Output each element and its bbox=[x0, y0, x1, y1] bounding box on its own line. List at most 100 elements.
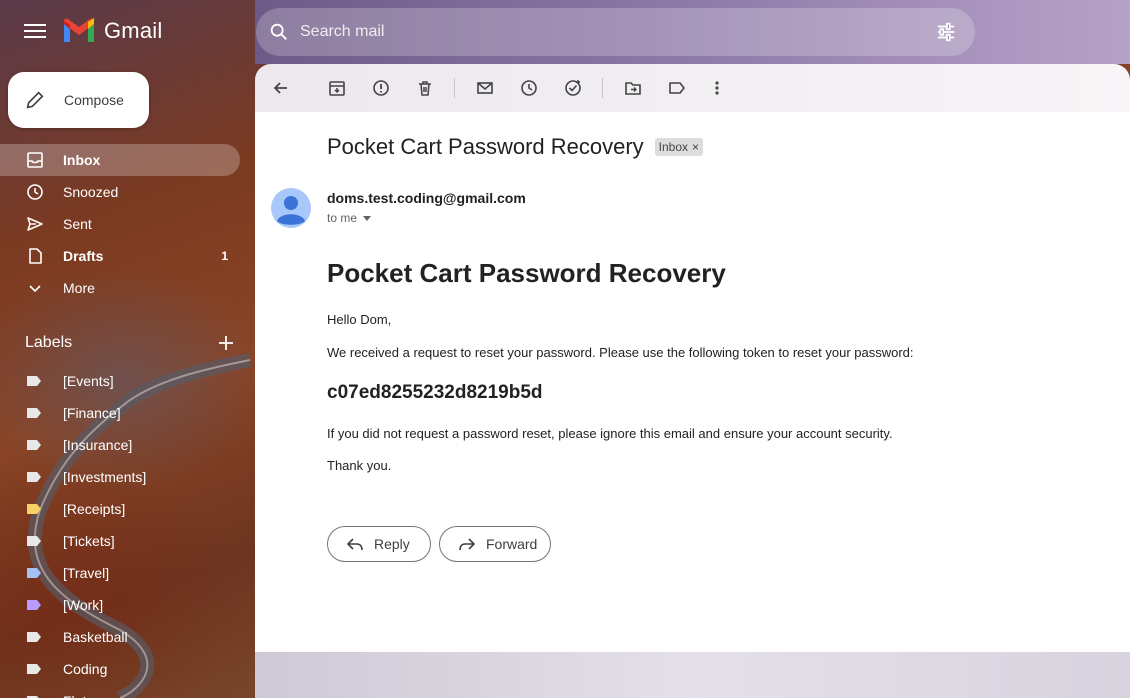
chip-label: Inbox bbox=[658, 140, 689, 154]
search-input[interactable] bbox=[290, 8, 935, 56]
gmail-logo[interactable]: Gmail bbox=[62, 18, 162, 44]
archive-icon bbox=[329, 81, 345, 96]
search-options-icon[interactable] bbox=[935, 21, 957, 43]
back-button[interactable] bbox=[269, 76, 293, 100]
label-tag-icon bbox=[27, 664, 41, 674]
sidebar-nav: Inbox Snoozed Sent Drafts 1 More bbox=[0, 144, 240, 304]
label-tag-icon bbox=[27, 632, 41, 642]
sidebar-item-sent[interactable]: Sent bbox=[0, 208, 240, 240]
sidebar-label-item[interactable]: [Investments] bbox=[0, 461, 240, 493]
sidebar-label-item[interactable]: [Tickets] bbox=[0, 525, 240, 557]
search-icon[interactable] bbox=[268, 21, 290, 43]
inbox-label-chip[interactable]: Inbox × bbox=[654, 138, 704, 156]
recipient-details[interactable]: to me bbox=[327, 211, 372, 225]
compose-button[interactable]: Compose bbox=[8, 72, 149, 128]
forward-label: Forward bbox=[486, 536, 538, 552]
sidebar-label-item[interactable]: [Receipts] bbox=[0, 493, 240, 525]
mark-unread-button[interactable] bbox=[473, 76, 497, 100]
sidebar-label-item[interactable]: [Events] bbox=[0, 365, 240, 397]
report-spam-button[interactable] bbox=[369, 76, 393, 100]
email-greeting: Hello Dom, bbox=[327, 312, 392, 327]
inbox-icon bbox=[27, 152, 43, 168]
labels-list: [Events] [Finance] [Insurance] [Investments… bbox=[0, 365, 240, 698]
move-to-button[interactable] bbox=[621, 76, 645, 100]
compose-label: Compose bbox=[64, 92, 124, 108]
draft-icon bbox=[29, 248, 42, 264]
more-options-button[interactable] bbox=[705, 76, 729, 100]
forward-button[interactable]: Forward bbox=[439, 526, 551, 562]
recipient-line: to me bbox=[327, 211, 358, 225]
label-name: [Events] bbox=[63, 373, 114, 389]
email-subject: Pocket Cart Password Recovery Inbox × bbox=[327, 134, 704, 160]
email-signoff: Thank you. bbox=[327, 458, 392, 473]
archive-button[interactable] bbox=[325, 76, 349, 100]
sidebar-item-more[interactable]: More bbox=[0, 272, 240, 304]
search-bar[interactable] bbox=[256, 8, 975, 56]
folder-move-icon bbox=[625, 82, 641, 95]
add-task-icon bbox=[565, 80, 581, 96]
label-name: [Insurance] bbox=[63, 437, 133, 453]
reply-button[interactable]: Reply bbox=[327, 526, 431, 562]
label-name: Flat bbox=[63, 693, 86, 698]
reply-icon bbox=[346, 538, 363, 551]
sidebar-label-item[interactable]: [Finance] bbox=[0, 397, 240, 429]
labels-button[interactable] bbox=[665, 76, 689, 100]
email-heading: Pocket Cart Password Recovery bbox=[327, 258, 726, 288]
sidebar-item-label: Snoozed bbox=[63, 184, 119, 200]
background-bottom bbox=[255, 652, 1130, 698]
sidebar-label-item[interactable]: [Work] bbox=[0, 589, 240, 621]
add-label-icon[interactable] bbox=[217, 334, 235, 352]
send-icon bbox=[27, 217, 43, 231]
reply-label: Reply bbox=[374, 536, 410, 552]
sidebar-item-snoozed[interactable]: Snoozed bbox=[0, 176, 240, 208]
sidebar-label-item[interactable]: Coding bbox=[0, 653, 240, 685]
label-name: [Receipts] bbox=[63, 501, 126, 517]
forward-icon bbox=[459, 538, 476, 551]
reset-token: c07ed8255232d8219b5d bbox=[327, 382, 543, 403]
sidebar-item-inbox[interactable]: Inbox bbox=[0, 144, 240, 176]
label-name: [Work] bbox=[63, 597, 104, 613]
mail-icon bbox=[477, 82, 493, 94]
message-toolbar bbox=[255, 64, 1130, 112]
gmail-m-icon bbox=[64, 18, 94, 42]
sidebar-label-item[interactable]: Basketball bbox=[0, 621, 240, 653]
toolbar-divider bbox=[602, 78, 603, 98]
chip-remove-icon[interactable]: × bbox=[692, 140, 699, 154]
drafts-count: 1 bbox=[221, 249, 228, 263]
label-tag-icon bbox=[27, 376, 41, 386]
labels-title: Labels bbox=[25, 334, 73, 351]
label-tag-icon bbox=[27, 408, 41, 418]
main-menu-button[interactable] bbox=[22, 20, 48, 44]
sidebar-item-label: Drafts bbox=[63, 248, 104, 264]
sidebar-label-item[interactable]: Flat bbox=[0, 685, 240, 698]
label-name: [Tickets] bbox=[63, 533, 115, 549]
sidebar-label-item[interactable]: [Travel] bbox=[0, 557, 240, 589]
label-name: [Travel] bbox=[63, 565, 110, 581]
label-name: [Investments] bbox=[63, 469, 147, 485]
label-tag-icon bbox=[27, 568, 41, 578]
sidebar-item-label: Sent bbox=[63, 216, 92, 232]
clock-icon bbox=[521, 80, 537, 96]
delete-button[interactable] bbox=[413, 76, 437, 100]
subject-text: Pocket Cart Password Recovery bbox=[327, 134, 644, 159]
sidebar-item-label: Inbox bbox=[63, 152, 101, 168]
more-vert-icon bbox=[715, 81, 719, 95]
label-tag-icon bbox=[27, 472, 41, 482]
sender-address[interactable]: doms.test.coding@gmail.com bbox=[327, 190, 526, 206]
spam-icon bbox=[373, 80, 389, 96]
pencil-icon bbox=[26, 91, 44, 109]
email-line-1: We received a request to reset your pass… bbox=[327, 345, 914, 360]
sidebar-item-drafts[interactable]: Drafts 1 bbox=[0, 240, 240, 272]
arrow-left-icon bbox=[273, 82, 287, 94]
add-to-tasks-button[interactable] bbox=[561, 76, 585, 100]
chevron-down-icon bbox=[29, 285, 41, 293]
caret-down-icon bbox=[363, 215, 372, 221]
label-tag-icon bbox=[27, 440, 41, 450]
toolbar-divider bbox=[454, 78, 455, 98]
label-icon bbox=[669, 82, 685, 94]
label-tag-icon bbox=[27, 504, 41, 514]
label-name: Coding bbox=[63, 661, 108, 677]
snooze-button[interactable] bbox=[517, 76, 541, 100]
email-line-2: If you did not request a password reset,… bbox=[327, 426, 893, 441]
sidebar-label-item[interactable]: [Insurance] bbox=[0, 429, 240, 461]
